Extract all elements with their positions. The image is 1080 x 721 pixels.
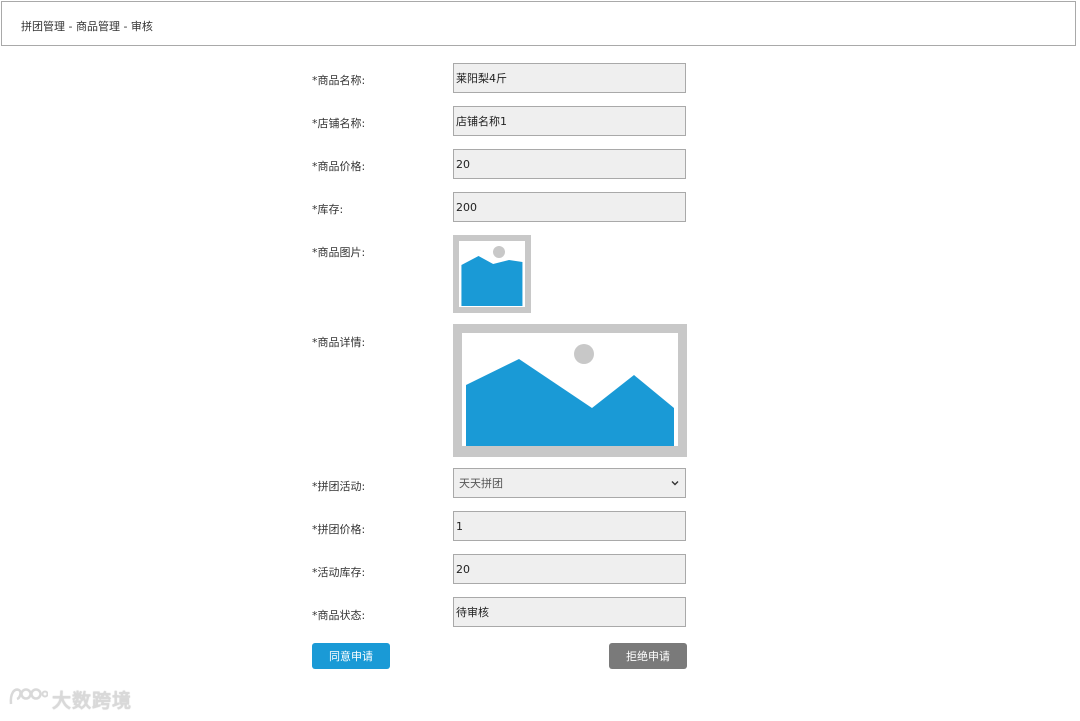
activity-stock-input[interactable]: [453, 554, 686, 584]
form-row-stock: *库存:: [312, 192, 692, 224]
form-row-group-activity: *拼团活动: 天天拼团: [312, 468, 692, 500]
shop-name-label: *店铺名称:: [312, 117, 366, 130]
form-row-product-name: *商品名称:: [312, 63, 692, 95]
shop-name-input[interactable]: [453, 106, 686, 136]
group-price-label: *拼团价格:: [312, 523, 366, 536]
form-row-shop-name: *店铺名称:: [312, 106, 692, 138]
form-row-group-price: *拼团价格:: [312, 511, 692, 543]
breadcrumb: 拼团管理 - 商品管理 - 审核: [21, 20, 153, 33]
form-row-detail: *商品详情:: [312, 324, 692, 458]
detail-label: *商品详情:: [312, 336, 366, 349]
approve-button[interactable]: 同意申请: [312, 643, 390, 669]
form-row-image: *商品图片:: [312, 235, 692, 315]
activity-stock-label: *活动库存:: [312, 566, 366, 579]
page-header: 拼团管理 - 商品管理 - 审核: [1, 1, 1076, 46]
watermark: 大数跨境: [8, 684, 132, 714]
image-label: *商品图片:: [312, 246, 366, 259]
form-row-price: *商品价格:: [312, 149, 692, 181]
price-input[interactable]: [453, 149, 686, 179]
group-activity-select[interactable]: 天天拼团: [453, 468, 686, 498]
image-placeholder-icon: [459, 241, 525, 307]
product-image-upload[interactable]: [453, 235, 531, 313]
stock-input[interactable]: [453, 192, 686, 222]
group-price-input[interactable]: [453, 511, 686, 541]
group-activity-selected: 天天拼团: [459, 477, 503, 490]
price-label: *商品价格:: [312, 160, 366, 173]
product-name-input[interactable]: [453, 63, 686, 93]
chevron-down-icon: [670, 478, 680, 488]
detail-placeholder-icon: [462, 333, 678, 446]
watermark-logo-icon: [8, 684, 49, 714]
product-name-label: *商品名称:: [312, 74, 366, 87]
product-detail-upload[interactable]: [453, 324, 687, 457]
reject-button[interactable]: 拒绝申请: [609, 643, 687, 669]
group-activity-label: *拼团活动:: [312, 480, 366, 493]
watermark-text: 大数跨境: [52, 689, 133, 712]
status-label: *商品状态:: [312, 609, 366, 622]
form-row-status: *商品状态:: [312, 597, 692, 629]
stock-label: *库存:: [312, 203, 344, 216]
form-row-activity-stock: *活动库存:: [312, 554, 692, 586]
status-input[interactable]: [453, 597, 686, 627]
